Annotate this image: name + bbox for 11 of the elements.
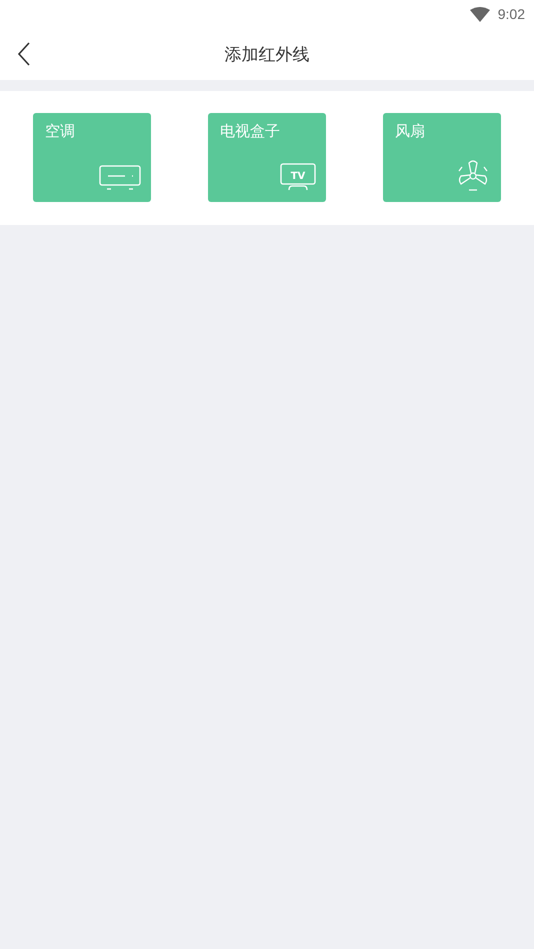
device-label: 电视盒子 [220,122,280,141]
page-title: 添加红外线 [224,44,310,66]
device-card[interactable]: 电视盒子 TV [208,113,326,202]
back-icon [17,42,31,66]
device-card[interactable]: 风扇 [383,113,501,202]
device-card[interactable]: 空调 [33,113,151,202]
wifi-icon [470,6,490,22]
device-label: 空调 [45,122,75,141]
status-time: 9:02 [498,6,525,22]
device-label: 风扇 [395,122,425,141]
air-conditioner-icon [99,165,141,191]
